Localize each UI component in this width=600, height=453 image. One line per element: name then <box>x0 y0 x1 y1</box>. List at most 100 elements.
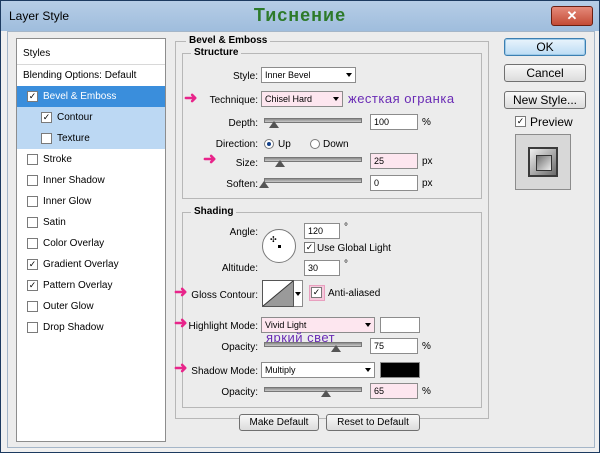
style-select[interactable]: Inner Bevel <box>261 67 356 83</box>
style-value: Inner Bevel <box>265 70 311 80</box>
technique-label: Technique: <box>209 95 258 106</box>
pink-arrow-gloss-icon: ➜ <box>174 284 188 301</box>
sidebar-item[interactable]: Stroke <box>17 149 165 170</box>
shadow-opacity-input[interactable]: 65 <box>370 383 418 399</box>
sidebar-item-checkbox[interactable]: ✓ <box>41 112 52 123</box>
size-slider-thumb[interactable] <box>275 160 286 167</box>
sidebar-item-label: Styles <box>23 48 51 59</box>
chevron-down-icon <box>365 368 371 372</box>
altitude-input[interactable]: 30 <box>304 260 340 276</box>
sidebar-item-label: Color Overlay <box>43 238 105 249</box>
direction-label: Direction: <box>215 139 258 150</box>
light-direction-icon: ✣ <box>270 235 277 244</box>
ok-button[interactable]: OK <box>504 38 586 56</box>
sidebar-item-checkbox[interactable]: ✓ <box>27 280 38 291</box>
chevron-down-icon <box>295 292 301 296</box>
direction-down-radio[interactable] <box>310 139 320 149</box>
new-style-button[interactable]: New Style... <box>504 91 586 109</box>
sidebar-item-label: Contour <box>57 112 93 123</box>
highlight-opacity-track[interactable] <box>264 342 362 347</box>
sidebar-item-checkbox[interactable]: ✓ <box>27 91 38 102</box>
sidebar-item-label: Gradient Overlay <box>43 259 119 270</box>
angle-label: Angle: <box>229 227 258 238</box>
sidebar-item-checkbox[interactable]: ✓ <box>27 259 38 270</box>
angle-input[interactable]: 120 <box>304 223 340 239</box>
sidebar-item[interactable]: Satin <box>17 212 165 233</box>
shadow-mode-select[interactable]: Multiply <box>261 362 375 378</box>
make-default-button[interactable]: Make Default <box>239 414 319 431</box>
sidebar-item-label: Outer Glow <box>43 301 94 312</box>
gloss-contour-dropdown[interactable] <box>294 280 303 307</box>
altitude-unit: ° <box>344 259 348 270</box>
chevron-down-icon <box>365 323 371 327</box>
sidebar-item[interactable]: Inner Glow <box>17 191 165 212</box>
sidebar-item[interactable]: Blending Options: Default <box>17 65 165 86</box>
sidebar-item[interactable]: ✓ Pattern Overlay <box>17 275 165 296</box>
cancel-button[interactable]: Cancel <box>504 64 586 82</box>
soften-slider-track[interactable] <box>264 178 362 183</box>
shadow-mode-label: Shadow Mode: <box>191 366 258 377</box>
shadow-opacity-track[interactable] <box>264 387 362 392</box>
shadow-opacity-thumb[interactable] <box>321 390 332 397</box>
sidebar-item-checkbox[interactable] <box>27 322 38 333</box>
sidebar-item[interactable]: Inner Shadow <box>17 170 165 191</box>
highlight-opacity-thumb[interactable] <box>331 345 341 352</box>
sidebar-item-checkbox[interactable] <box>27 196 38 207</box>
sidebar-item[interactable]: ✓ Contour <box>17 107 165 128</box>
sidebar-item: Styles <box>17 43 165 64</box>
anti-aliased-checkbox[interactable]: ✓ <box>311 287 322 298</box>
sidebar-item-checkbox[interactable] <box>27 217 38 228</box>
sidebar-item-label: Bevel & Emboss <box>43 91 117 102</box>
gloss-contour-label: Gloss Contour: <box>191 290 258 301</box>
preview-checkbox[interactable]: ✓ <box>515 116 526 127</box>
dialog-body: Styles Blending Options: Default ✓ Bevel & … <box>7 31 595 448</box>
sidebar-item[interactable]: ✓ Gradient Overlay <box>17 254 165 275</box>
direction-up-radio[interactable] <box>264 139 274 149</box>
highlight-opacity-input[interactable]: 75 <box>370 338 418 354</box>
sidebar-item-label: Inner Glow <box>43 196 92 207</box>
sidebar-item[interactable]: Texture <box>17 128 165 149</box>
use-global-light-checkbox[interactable]: ✓ <box>304 242 315 253</box>
gloss-contour-picker[interactable] <box>262 280 294 307</box>
depth-slider-track[interactable] <box>264 118 362 123</box>
depth-unit: % <box>422 117 431 128</box>
angle-dial[interactable]: ✣ <box>262 229 296 263</box>
shadow-opacity-unit: % <box>422 386 431 397</box>
shading-group <box>182 212 482 408</box>
sidebar-item[interactable]: Color Overlay <box>17 233 165 254</box>
shadow-color-swatch[interactable] <box>380 362 420 378</box>
sidebar-item-label: Satin <box>43 217 66 228</box>
highlight-mode-value: Vivid Light <box>265 320 307 330</box>
sidebar-item-checkbox[interactable] <box>27 154 38 165</box>
shadow-mode-value: Multiply <box>265 365 296 375</box>
altitude-label: Altitude: <box>221 263 258 274</box>
sidebar-item-checkbox[interactable] <box>27 238 38 249</box>
close-button[interactable]: ✕ <box>551 6 593 26</box>
sidebar-item[interactable]: Outer Glow <box>17 296 165 317</box>
shading-title: Shading <box>191 206 237 217</box>
preview-thumbnail <box>515 134 571 190</box>
direction-up-label: Up <box>278 139 291 150</box>
sidebar-item-checkbox[interactable] <box>27 175 38 186</box>
depth-slider-thumb[interactable] <box>268 121 279 128</box>
sidebar-item-checkbox[interactable] <box>27 301 38 312</box>
shadow-opacity-label: Opacity: <box>221 387 258 398</box>
anti-aliased-label: Anti-aliased <box>328 288 381 299</box>
soften-input[interactable]: 0 <box>370 175 418 191</box>
dial-center-dot <box>278 245 281 248</box>
depth-label: Depth: <box>228 118 258 129</box>
depth-input[interactable]: 100 <box>370 114 418 130</box>
reset-to-default-button[interactable]: Reset to Default <box>326 414 420 431</box>
sidebar-item[interactable]: ✓ Bevel & Emboss <box>17 86 165 107</box>
sidebar-item-label: Blending Options: Default <box>23 70 137 81</box>
chevron-down-icon <box>346 73 352 77</box>
sidebar-item-checkbox[interactable] <box>41 133 52 144</box>
contour-curve-icon <box>263 281 293 306</box>
size-input[interactable]: 25 <box>370 153 418 169</box>
highlight-color-swatch[interactable] <box>380 317 420 333</box>
sidebar-item[interactable]: Drop Shadow <box>17 317 165 338</box>
soften-slider-thumb[interactable] <box>259 181 269 188</box>
sidebar-item-label: Pattern Overlay <box>43 280 113 291</box>
technique-select[interactable]: Chisel Hard <box>261 91 343 107</box>
highlight-mode-label: Highlight Mode: <box>188 321 258 332</box>
